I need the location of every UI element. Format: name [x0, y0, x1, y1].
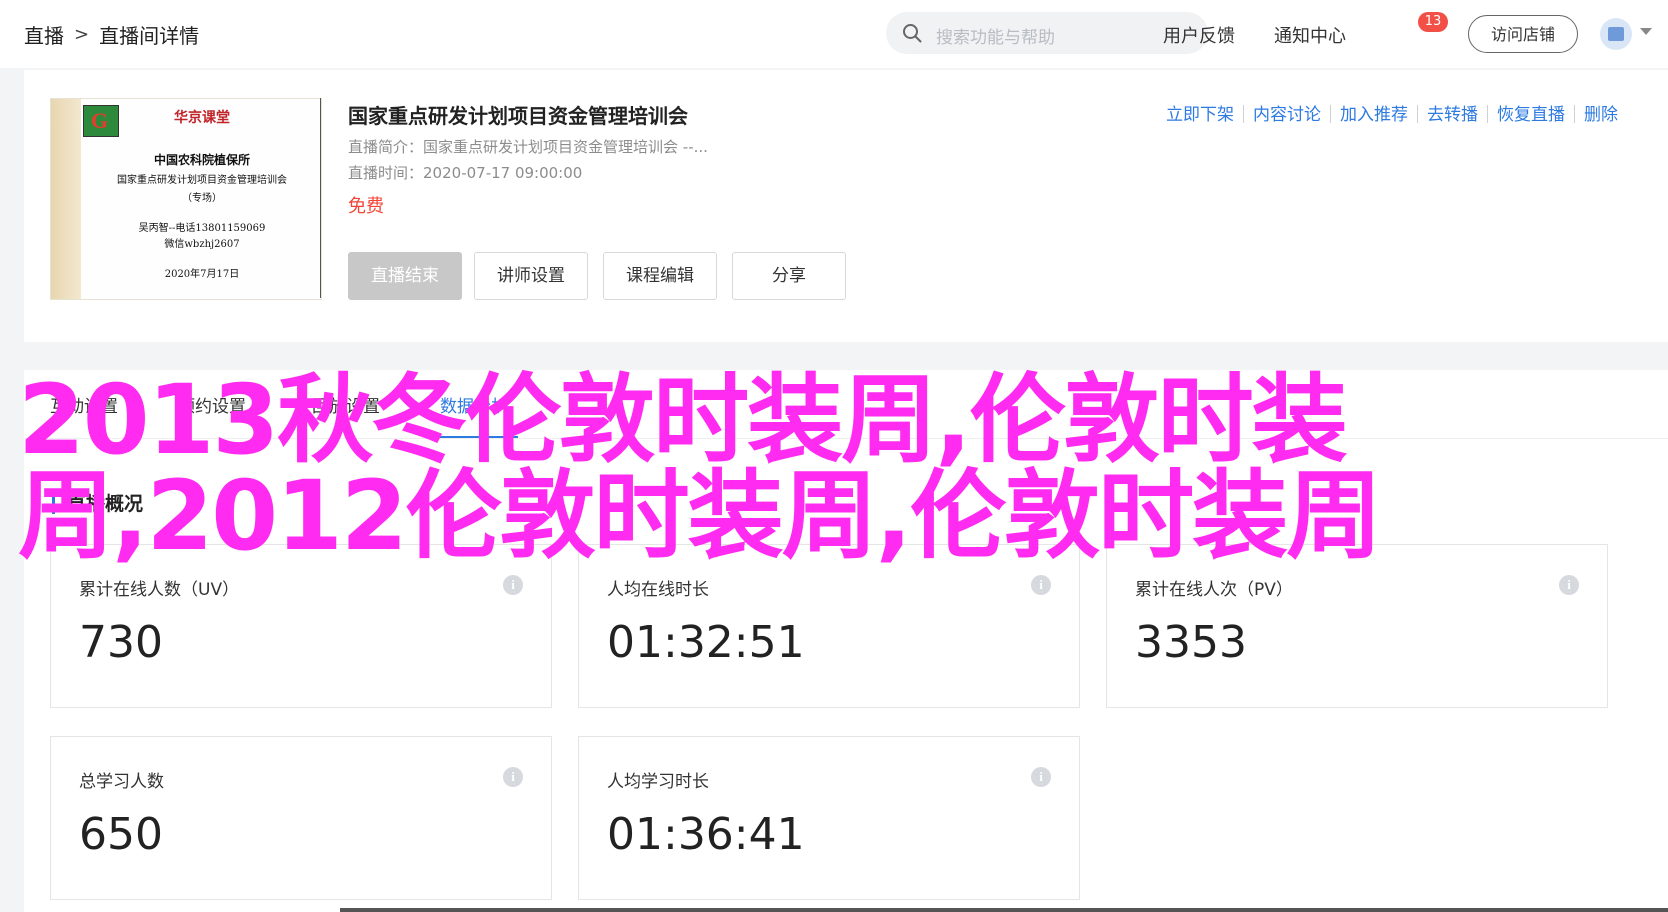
intro-value: 国家重点研发计划项目资金管理培训会 --... [423, 138, 708, 156]
action-divider [1417, 105, 1418, 123]
watermark-overlay-text: 2013秋冬伦敦时装周,伦敦时装周,2012伦敦时装周,伦敦时装周 [18, 364, 1382, 572]
poster-contact2: 微信wbzhj2607 [164, 239, 240, 250]
course-edit-button[interactable]: 课程编辑 [603, 252, 717, 300]
poster-decoration [51, 99, 81, 299]
feedback-link[interactable]: 用户反馈 [1163, 22, 1235, 48]
end-live-button[interactable]: 直播结束 [348, 252, 462, 300]
content-discussion-link[interactable]: 内容讨论 [1253, 100, 1321, 125]
action-divider [1574, 105, 1575, 123]
poster-divider [320, 98, 321, 298]
rebroadcast-link[interactable]: 去转播 [1427, 100, 1478, 125]
poster-line3: （专场） [182, 193, 222, 204]
info-icon[interactable]: i [503, 767, 523, 787]
add-recommend-link[interactable]: 加入推荐 [1340, 100, 1408, 125]
stat-label: 总学习人数 [79, 772, 164, 792]
breadcrumb-live-detail: 直播间详情 [99, 24, 200, 48]
poster-line2: 国家重点研发计划项目资金管理培训会 [117, 175, 287, 186]
stat-label: 累计在线人次（PV） [1135, 580, 1293, 600]
course-intro: 直播简介：国家重点研发计划项目资金管理培训会 --... [348, 136, 708, 157]
course-actions: 立即下架 内容讨论 加入推荐 去转播 恢复直播 删除 [1166, 100, 1618, 125]
stat-label: 人均学习时长 [607, 772, 709, 792]
store-icon [1608, 27, 1624, 41]
delete-link[interactable]: 删除 [1584, 100, 1618, 125]
breadcrumb-live[interactable]: 直播 [24, 24, 64, 48]
stat-value: 730 [79, 617, 163, 668]
course-price: 免费 [348, 196, 384, 217]
action-divider [1487, 105, 1488, 123]
bottom-edge [340, 908, 1668, 912]
stat-value: 650 [79, 809, 163, 860]
stat-value: 01:36:41 [607, 809, 805, 860]
notification-badge: 13 [1418, 12, 1448, 32]
stat-value: 01:32:51 [607, 617, 805, 668]
course-poster: 华京课堂 中国农科院植保所 国家重点研发计划项目资金管理培训会 （专场） 吴丙智… [50, 98, 322, 300]
search-input[interactable]: 搜索功能与帮助 [936, 23, 1055, 48]
action-divider [1243, 105, 1244, 123]
poster-line1: 中国农科院植保所 [153, 153, 250, 167]
action-divider [1330, 105, 1331, 123]
visit-store-button[interactable]: 访问店铺 [1468, 15, 1578, 53]
stat-card-total-learners: 总学习人数 i 650 [50, 736, 552, 900]
share-button[interactable]: 分享 [732, 252, 846, 300]
avatar[interactable] [1600, 18, 1632, 50]
search-box[interactable]: 搜索功能与帮助 [886, 12, 1208, 54]
stat-value: 3353 [1135, 617, 1247, 668]
resume-live-link[interactable]: 恢复直播 [1497, 100, 1565, 125]
time-value: 2020-07-17 09:00:00 [423, 164, 583, 182]
poster-date: 2020年7月17日 [164, 269, 240, 280]
stat-card-avg-learning-time: 人均学习时长 i 01:36:41 [578, 736, 1080, 900]
course-time: 直播时间：2020-07-17 09:00:00 [348, 162, 582, 183]
info-icon[interactable]: i [1031, 575, 1051, 595]
poster-org: 华京课堂 [174, 110, 230, 126]
search-icon [903, 24, 922, 43]
info-icon[interactable]: i [1031, 767, 1051, 787]
time-label: 直播时间： [348, 164, 424, 182]
top-bar: 直播 > 直播间详情 搜索功能与帮助 用户反馈 通知中心 13 访问店铺 [0, 0, 1668, 68]
info-icon[interactable]: i [503, 575, 523, 595]
chevron-down-icon[interactable] [1640, 28, 1652, 35]
stat-label: 人均在线时长 [607, 580, 709, 600]
lecturer-settings-button[interactable]: 讲师设置 [474, 252, 588, 300]
intro-label: 直播简介： [348, 138, 424, 156]
info-icon[interactable]: i [1559, 575, 1579, 595]
take-down-link[interactable]: 立即下架 [1166, 100, 1234, 125]
breadcrumb-separator: > [74, 24, 90, 45]
stat-label: 累计在线人数（UV） [79, 580, 240, 600]
course-title: 国家重点研发计划项目资金管理培训会 [348, 104, 688, 128]
breadcrumb: 直播 > 直播间详情 [24, 20, 199, 49]
poster-contact1: 吴丙智--电话13801159069 [138, 223, 266, 234]
notification-center-link[interactable]: 通知中心 [1274, 22, 1346, 48]
